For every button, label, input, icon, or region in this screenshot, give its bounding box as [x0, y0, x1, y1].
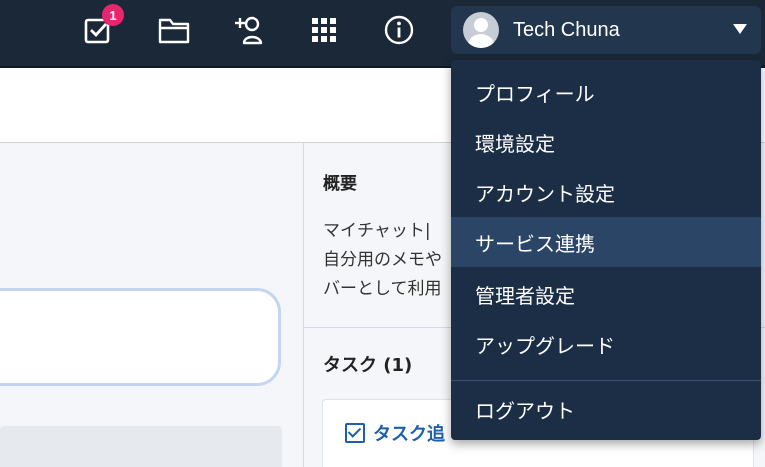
apps-grid-icon [312, 18, 336, 42]
menu-item-preferences[interactable]: 環境設定 [451, 117, 761, 167]
top-navigation-bar: 1 Tech Chuna [0, 0, 765, 68]
message-input[interactable] [0, 288, 281, 386]
apps-button[interactable] [306, 12, 342, 48]
chat-area [0, 143, 303, 467]
menu-item-label: サービス連携 [475, 231, 595, 256]
files-button[interactable] [156, 12, 192, 48]
menu-item-service-integration[interactable]: サービス連携 [451, 217, 761, 267]
info-icon [384, 15, 414, 45]
menu-item-label: ログアウト [475, 398, 575, 423]
menu-divider [451, 380, 761, 381]
chat-toolbar [0, 426, 282, 467]
menu-item-label: アカウント設定 [475, 181, 615, 206]
tasks-button[interactable]: 1 [80, 4, 124, 48]
user-name: Tech Chuna [513, 18, 620, 41]
checkbox-icon [345, 423, 365, 443]
menu-item-admin-settings[interactable]: 管理者設定 [451, 269, 761, 319]
overview-line: 自分用のメモや [323, 250, 442, 270]
info-button[interactable] [381, 12, 417, 48]
chatwork-page: 1 Tech Chuna 概要 マイチャット| 自分用のメモや バーとして利用 … [0, 0, 765, 467]
add-contact-button[interactable] [230, 12, 266, 48]
menu-item-label: プロフィール [475, 81, 595, 106]
add-task-label: タスク追 [373, 424, 445, 445]
menu-item-account-settings[interactable]: アカウント設定 [451, 167, 761, 217]
user-dropdown-menu: プロフィール 環境設定 アカウント設定 サービス連携 管理者設定 アップグレード… [451, 60, 761, 440]
task-heading: タスク (1) [323, 355, 413, 376]
overview-line: バーとして利用 [323, 279, 442, 299]
add-contact-icon [235, 16, 263, 45]
folder-icon [158, 18, 190, 44]
overview-description: マイチャット| 自分用のメモや バーとして利用 [323, 217, 442, 304]
overview-title: 概要 [323, 174, 357, 194]
user-menu-button[interactable]: Tech Chuna [451, 6, 761, 54]
menu-item-label: 管理者設定 [475, 283, 575, 308]
menu-item-upgrade[interactable]: アップグレード [451, 319, 761, 369]
menu-item-logout[interactable]: ログアウト [451, 384, 761, 434]
add-task-link[interactable]: タスク追 [345, 420, 445, 446]
menu-item-label: 環境設定 [475, 131, 555, 156]
tasks-badge: 1 [102, 4, 124, 26]
avatar [463, 12, 499, 48]
caret-down-icon [733, 24, 747, 34]
overview-line: マイチャット| [323, 221, 431, 241]
menu-item-profile[interactable]: プロフィール [451, 67, 761, 117]
menu-item-label: アップグレード [475, 333, 615, 358]
